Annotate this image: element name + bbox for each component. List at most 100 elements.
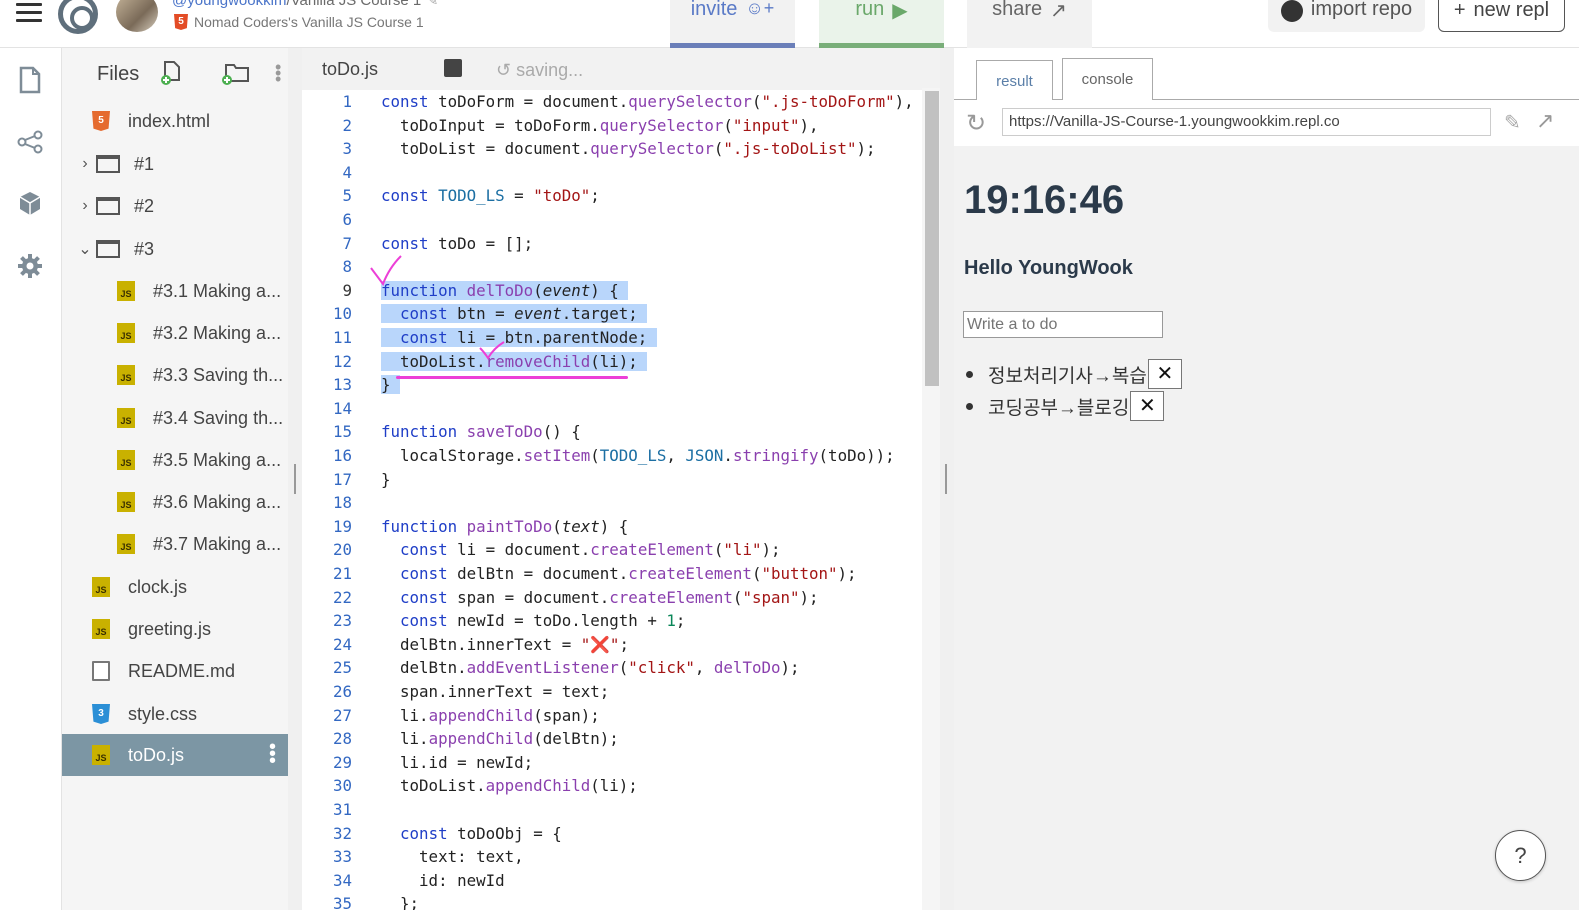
js-file-icon: JS [117,281,135,301]
add-file-icon[interactable] [160,60,184,92]
chevron-right-icon[interactable]: › [78,197,92,215]
line-number: 33 [332,847,352,867]
line-number: 15 [332,422,352,442]
reload-icon[interactable]: ↻ [966,109,986,138]
code-line[interactable]: function saveToDo() { [381,422,581,441]
files-icon[interactable] [16,66,44,94]
invite-button[interactable]: invite ☺+ [670,0,795,48]
line-number: 25 [332,658,352,678]
code-line[interactable]: toDoInput = toDoForm.querySelector("inpu… [381,116,819,135]
replit-logo-icon[interactable] [58,0,98,34]
code-line[interactable]: text: text, [381,847,524,866]
code-line[interactable]: } [381,470,391,489]
file-item[interactable]: ⌄ #3 [62,228,288,270]
share-button[interactable]: share ↗ [967,0,1092,48]
js-file-icon: JS [117,323,135,343]
code-line[interactable]: function paintToDo(text) { [381,517,628,536]
todo-input[interactable] [963,311,1163,338]
editor-scrollbar-thumb[interactable] [925,91,939,386]
resize-handle-left[interactable] [294,464,296,494]
import-repo-button[interactable]: import repo [1268,0,1425,32]
file-item[interactable]: 5 index.html [62,100,288,142]
code-line[interactable]: toDoList = document.querySelector(".js-t… [381,139,876,158]
packages-icon[interactable] [16,190,44,218]
code-line[interactable]: li.appendChild(delBtn); [381,729,619,748]
files-menu-icon[interactable]: • • • [275,58,281,88]
file-name: #3.4 Saving th... [153,407,284,428]
help-button[interactable]: ? [1495,830,1546,881]
file-item[interactable]: JS #3.4 Saving th... [62,397,288,439]
delete-todo-button[interactable]: ✕ [1147,359,1182,389]
resize-handle-right[interactable] [945,464,947,494]
code-line[interactable]: const toDoForm = document.querySelector(… [381,92,914,111]
code-line[interactable]: toDoList.removeChild(li); [381,351,648,371]
chevron-right-icon[interactable]: › [78,155,92,173]
code-line[interactable]: const li = document.createElement("li"); [381,540,780,559]
menu-icon[interactable] [16,3,42,23]
code-line[interactable]: const li = btn.parentNode; [381,328,657,347]
code-line[interactable]: span.innerText = text; [381,682,609,701]
code-line[interactable]: delBtn.innerText = "❌"; [381,635,629,654]
line-number: 2 [342,115,352,135]
code-area[interactable]: 1 const toDoForm = document.querySelector… [302,88,922,910]
todo-text: 코딩공부→블로깅 [988,397,1130,419]
code-line[interactable]: }; [381,894,419,910]
code-line[interactable]: li.id = newId; [381,753,533,772]
editor-preview-divider[interactable] [940,48,954,910]
file-item[interactable]: README.md [62,650,288,692]
edit-title-icon[interactable]: ✎ [427,0,438,8]
file-item[interactable]: JS clock.js [62,566,288,608]
css-file-icon: 3 [92,704,110,724]
chevron-down-icon[interactable]: ⌄ [78,239,92,259]
file-item[interactable]: JS toDo.js • • • [62,734,288,776]
code-line[interactable]: delBtn.addEventListener("click", delToDo… [381,658,800,677]
new-repl-button[interactable]: + new repl [1438,0,1565,32]
code-line[interactable]: const btn = event.target; [381,304,648,324]
file-item[interactable]: JS #3.6 Making a... [62,481,288,523]
repl-owner-link[interactable]: @youngwookkim [172,0,286,9]
code-line[interactable]: const newId = toDo.length + 1; [381,611,685,630]
url-field[interactable]: https://Vanilla-JS-Course-1.youngwookkim… [1002,108,1491,136]
avatar[interactable] [116,0,158,32]
file-item[interactable]: JS #3.5 Making a... [62,439,288,481]
tab-result[interactable]: result [976,60,1053,101]
code-line[interactable]: const delBtn = document.createElement("b… [381,564,857,583]
run-button[interactable]: run ▶ [819,0,944,48]
add-folder-icon[interactable] [220,60,252,92]
edit-url-icon[interactable]: ✎ [1504,110,1521,135]
file-name: #2 [134,195,155,216]
file-name: #3.3 Saving th... [153,364,284,385]
line-number: 8 [342,257,352,277]
line-number: 19 [332,516,352,536]
file-name: style.css [128,703,198,724]
file-item[interactable]: › #2 [62,185,288,227]
code-line[interactable]: toDoList.appendChild(li); [381,776,638,795]
open-new-tab-icon[interactable]: ↗ [1536,108,1554,134]
delete-todo-button[interactable]: ✕ [1130,391,1165,421]
line-number: 22 [332,587,352,607]
file-item[interactable]: JS #3.1 Making a... [62,270,288,312]
settings-gear-icon[interactable] [16,252,44,280]
file-menu-icon[interactable]: • • • [269,737,276,771]
code-line[interactable]: const toDo = []; [381,234,533,253]
code-line[interactable]: const toDoObj = { [381,824,562,843]
code-line[interactable]: const TODO_LS = "toDo"; [381,186,600,205]
file-item[interactable]: JS greeting.js [62,608,288,650]
file-item[interactable]: JS #3.2 Making a... [62,312,288,354]
file-item[interactable]: JS #3.3 Saving th... [62,354,288,396]
file-item[interactable]: JS #3.7 Making a... [62,523,288,565]
code-line[interactable]: function delToDo(event) { [381,280,629,300]
code-line[interactable]: localStorage.setItem(TODO_LS, JSON.strin… [381,446,895,465]
file-name: toDo.js [128,744,185,765]
editor-tab-todo-js[interactable]: toDo.js [322,59,378,80]
file-item[interactable]: › #1 [62,143,288,185]
notes-icon[interactable] [444,59,462,77]
code-line[interactable]: const span = document.createElement("spa… [381,588,819,607]
version-control-icon[interactable] [16,128,44,156]
code-line[interactable]: li.appendChild(span); [381,706,600,725]
code-line[interactable]: id: newId [381,871,505,890]
line-number: 7 [342,233,352,253]
line-number: 21 [332,564,352,583]
file-item[interactable]: 3 style.css [62,693,288,735]
tab-console[interactable]: console [1062,58,1153,101]
